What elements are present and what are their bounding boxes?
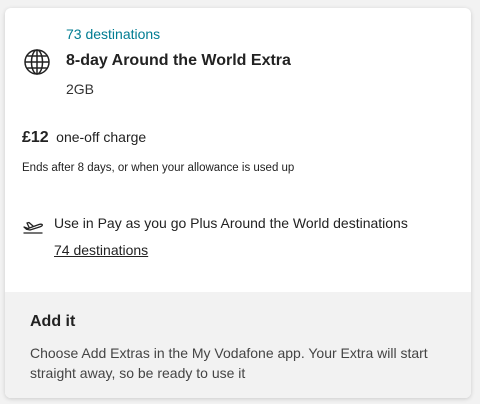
destinations-link[interactable]: 74 destinations [54, 242, 148, 258]
add-it-title: Add it [30, 313, 76, 330]
add-it-panel: Add it Choose Add Extras in the My Vodaf… [5, 292, 471, 398]
plan-name: 8-day Around the World Extra [66, 52, 291, 69]
plane-takeoff-icon [23, 221, 43, 234]
payg-text: Use in Pay as you go Plus Around the Wor… [54, 215, 408, 231]
ends-note: Ends after 8 days, or when your allowanc… [22, 162, 295, 174]
price-label: one-off charge [56, 129, 147, 145]
price-amount: £12 [22, 129, 49, 146]
extra-card: 73 destinations 8-day Around the World E… [5, 8, 471, 398]
globe-icon [24, 49, 50, 75]
data-allowance: 2GB [66, 81, 95, 97]
destinations-count: 73 destinations [66, 26, 161, 42]
price: £12 one-off charge [22, 129, 146, 147]
add-it-body: Choose Add Extras in the My Vodafone app… [30, 345, 428, 381]
